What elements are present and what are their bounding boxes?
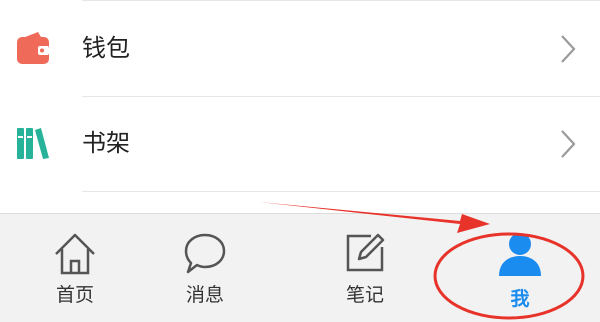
chevron-right-icon <box>561 130 576 158</box>
chevron-right-icon <box>561 35 576 63</box>
divider <box>82 96 600 97</box>
menu-item-bookshelf[interactable]: 书架 <box>0 98 600 192</box>
edit-note-icon <box>346 233 385 272</box>
tab-me[interactable]: 我 <box>445 214 595 322</box>
bottom-tab-bar: 首页 消息 笔记 我 <box>0 213 600 322</box>
tab-notes[interactable]: 笔记 <box>290 214 440 322</box>
tab-messages[interactable]: 消息 <box>130 214 280 322</box>
tab-label: 首页 <box>55 284 94 306</box>
menu-item-label: 书架 <box>82 129 130 157</box>
tab-label: 笔记 <box>345 284 384 306</box>
user-icon <box>499 233 541 276</box>
home-icon <box>55 233 95 275</box>
tab-home[interactable]: 首页 <box>0 214 150 322</box>
tab-label: 消息 <box>185 284 224 306</box>
chat-bubble-icon <box>184 233 226 274</box>
menu-item-label: 钱包 <box>82 34 130 62</box>
wallet-icon <box>17 32 49 64</box>
menu-item-wallet[interactable]: 钱包 <box>0 1 600 95</box>
divider <box>82 191 600 192</box>
tab-label: 我 <box>510 288 530 310</box>
bookshelf-icon <box>17 128 49 159</box>
